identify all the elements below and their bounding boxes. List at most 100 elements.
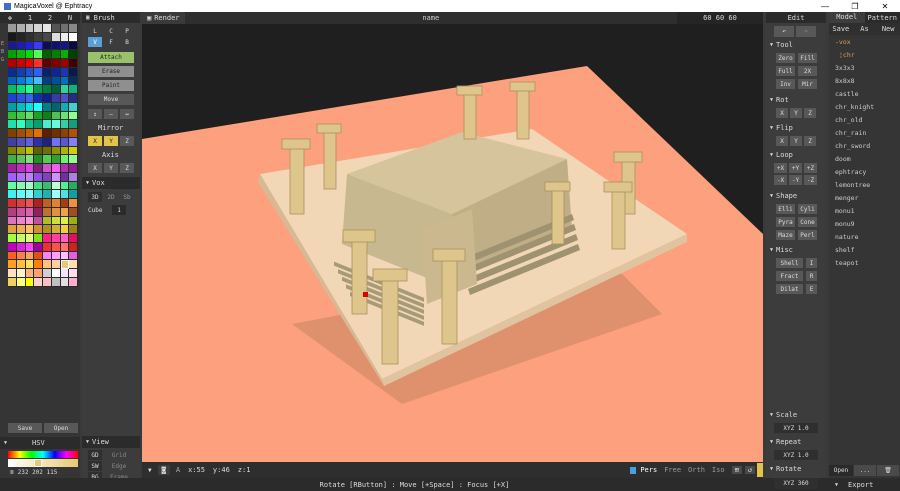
palette-swatch[interactable]	[51, 260, 61, 269]
undo-icon[interactable]: ↶	[774, 26, 794, 37]
palette-swatch[interactable]	[8, 269, 17, 278]
palette-swatch[interactable]	[51, 111, 61, 121]
palette-swatch[interactable]	[34, 181, 43, 191]
palette-swatch[interactable]	[43, 269, 52, 278]
mode-center[interactable]: C	[104, 26, 118, 36]
palette-swatch[interactable]	[60, 190, 70, 199]
palette-swatch[interactable]	[8, 225, 17, 234]
palette-swatch[interactable]	[8, 190, 17, 199]
palette-swatch[interactable]	[25, 137, 35, 147]
model-open-button[interactable]: Open	[829, 465, 853, 476]
tool-section[interactable]: ▼ Tool	[766, 39, 826, 51]
palette-swatch[interactable]	[34, 67, 43, 77]
palette-swatch[interactable]	[16, 50, 26, 59]
palette-swatch[interactable]	[34, 24, 43, 33]
hsv-section[interactable]: ▼ HSV	[0, 437, 80, 449]
maze-button[interactable]: Maze	[776, 230, 795, 240]
palette-swatch[interactable]	[25, 41, 35, 51]
palette-swatch[interactable]	[16, 199, 26, 208]
palette-swatch[interactable]	[51, 94, 61, 103]
palette-swatch[interactable]	[60, 172, 70, 182]
axis-x[interactable]: X	[88, 163, 102, 173]
palette-swatch[interactable]	[34, 50, 43, 59]
grid-toggle[interactable]: GD	[88, 450, 102, 460]
palette-swatch[interactable]	[51, 146, 61, 156]
palette-swatch[interactable]	[43, 32, 52, 42]
palette-swatch[interactable]	[51, 32, 61, 42]
palette-swatch[interactable]	[43, 199, 52, 208]
palette-swatch[interactable]	[69, 146, 78, 156]
loop-plus-y[interactable]: +Y	[789, 163, 802, 173]
palette-swatch[interactable]	[34, 172, 43, 182]
palette-swatch[interactable]	[25, 164, 35, 173]
model-name-field[interactable]: name	[185, 14, 677, 22]
model-list-item[interactable]: monu9	[829, 217, 900, 230]
palette-swatch[interactable]	[43, 67, 52, 77]
repeat-section[interactable]: ▼ Repeat	[766, 436, 826, 448]
palette-swatch[interactable]	[16, 251, 26, 261]
palette-swatch[interactable]	[8, 216, 17, 226]
model-list-item[interactable]: menger	[829, 191, 900, 204]
palette-swatch[interactable]	[60, 242, 70, 252]
palette-swatch[interactable]	[51, 120, 61, 129]
palette-swatch[interactable]	[8, 251, 17, 261]
perlin-button[interactable]: Perl	[798, 230, 817, 240]
palette-swatch[interactable]	[43, 207, 52, 217]
model-list-item[interactable]: chr_sword	[829, 139, 900, 152]
palette-swatch[interactable]	[43, 181, 52, 191]
palette-swatch[interactable]	[43, 24, 52, 33]
scale-input[interactable]: XYZ 1.0	[774, 423, 818, 433]
palette-swatch[interactable]	[69, 120, 78, 129]
palette-swatch[interactable]	[60, 76, 70, 86]
palette-swatch[interactable]	[43, 85, 52, 94]
palette-swatch[interactable]	[16, 234, 26, 243]
model-list-item[interactable]: doom	[829, 152, 900, 165]
palette-swatch[interactable]	[60, 120, 70, 129]
palette-swatch[interactable]	[43, 277, 52, 287]
loop-plus-x[interactable]: +X	[774, 163, 787, 173]
palette-swatch[interactable]	[16, 102, 26, 112]
model-save-as-button[interactable]: As	[853, 25, 877, 33]
flip-y[interactable]: Y	[790, 136, 802, 146]
palette-swatch[interactable]	[34, 120, 43, 129]
misc-section[interactable]: ▼ Misc	[766, 244, 826, 256]
palette-swatch[interactable]	[43, 234, 52, 243]
palette-swatch[interactable]	[8, 146, 17, 156]
rot-x[interactable]: X	[776, 108, 788, 118]
palette-swatch[interactable]	[69, 155, 78, 164]
palette-swatch[interactable]	[34, 94, 43, 103]
fractal-option-button[interactable]: R	[806, 271, 817, 281]
loop-section[interactable]: ▼ Loop	[766, 149, 826, 161]
palette-swatch[interactable]	[51, 242, 61, 252]
palette-swatch[interactable]	[69, 181, 78, 191]
render-tab[interactable]: ▣ Render	[142, 12, 185, 24]
export-row[interactable]: ▼ Export	[829, 478, 900, 491]
palette-swatch[interactable]	[25, 251, 35, 261]
palette-swatch[interactable]	[60, 199, 70, 208]
palette-swatch[interactable]	[60, 67, 70, 77]
ellipse-button[interactable]: Elli	[776, 204, 795, 214]
transform-horizontal[interactable]: ↔	[120, 109, 134, 119]
palette-swatch[interactable]	[60, 207, 70, 217]
axis-y[interactable]: Y	[104, 163, 118, 173]
model-list-item[interactable]: 8x8x8	[829, 74, 900, 87]
loop-minus-z[interactable]: -Z	[804, 175, 817, 185]
palette-swatch[interactable]	[60, 94, 70, 103]
palette-swatch[interactable]	[60, 32, 70, 42]
palette-swatch[interactable]	[16, 111, 26, 121]
palette-swatch[interactable]	[69, 59, 78, 68]
palette-swatch[interactable]	[60, 269, 70, 278]
palette-swatch[interactable]	[25, 190, 35, 199]
palette-swatch[interactable]	[69, 199, 78, 208]
palette-swatch[interactable]	[25, 277, 35, 287]
cylinder-button[interactable]: Cyli	[798, 204, 817, 214]
model-list-item[interactable]: chr_knight	[829, 100, 900, 113]
palette-swatch[interactable]	[25, 50, 35, 59]
palette-swatch[interactable]	[8, 50, 17, 59]
mirror-x[interactable]: X	[88, 136, 102, 146]
palette-swatch[interactable]	[34, 155, 43, 164]
palette-swatch[interactable]	[43, 137, 52, 147]
model-list-item[interactable]: shelf	[829, 243, 900, 256]
side-label-b[interactable]: B	[1, 48, 7, 56]
minimize-button[interactable]: —	[810, 2, 840, 11]
